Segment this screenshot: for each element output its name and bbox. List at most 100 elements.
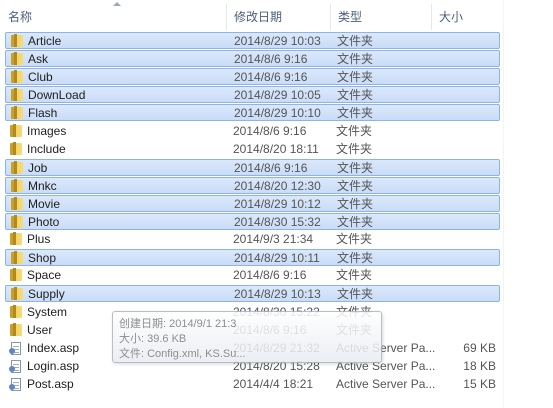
file-date: 2014/8/20 12:30 bbox=[234, 179, 321, 193]
file-row[interactable]: Mnkc 2014/8/20 12:30 文件夹 bbox=[5, 177, 500, 194]
folder-icon bbox=[10, 124, 22, 137]
file-name: Login.asp bbox=[27, 359, 80, 373]
file-name: Article bbox=[28, 34, 62, 48]
file-date: 2014/8/6 9:16 bbox=[234, 161, 308, 175]
file-name: Shop bbox=[28, 251, 57, 265]
file-size: 69 KB bbox=[463, 341, 496, 355]
file-row[interactable]: Ask 2014/8/6 9:16 文件夹 bbox=[5, 50, 500, 67]
file-type: 文件夹 bbox=[337, 197, 374, 211]
folder-icon bbox=[10, 142, 22, 155]
file-type: 文件夹 bbox=[336, 268, 373, 282]
file-row[interactable]: Photo 2014/8/30 15:32 文件夹 bbox=[5, 213, 500, 230]
file-name: Supply bbox=[28, 287, 65, 301]
file-size bbox=[436, 105, 497, 122]
file-row[interactable]: Space 2014/8/6 9:16 文件夹 bbox=[5, 267, 500, 284]
file-size bbox=[436, 178, 497, 195]
file-row[interactable]: Job 2014/8/6 9:16 文件夹 bbox=[5, 159, 500, 176]
file-name: Include bbox=[27, 142, 66, 156]
file-size bbox=[436, 250, 497, 267]
file-row[interactable]: Article 2014/8/29 10:03 文件夹 bbox=[5, 32, 500, 49]
file-date: 2014/9/3 21:34 bbox=[233, 232, 314, 246]
file-date: 2014/8/6 9:16 bbox=[234, 70, 308, 84]
info-tooltip: 创建日期: 2014/9/1 21:3 大小: 39.6 KB 文件: Conf… bbox=[112, 311, 382, 363]
column-name-label: 名称 bbox=[8, 10, 33, 24]
file-type: 文件夹 bbox=[336, 142, 373, 156]
file-row[interactable]: Post.asp 2014/4/4 18:21 Active Server Pa..… bbox=[5, 376, 500, 393]
file-name: Images bbox=[27, 124, 67, 138]
file-type: 文件夹 bbox=[336, 232, 373, 246]
file-size bbox=[436, 196, 497, 213]
file-type: 文件夹 bbox=[337, 52, 374, 66]
column-size-label: 大小 bbox=[439, 10, 464, 24]
file-row[interactable]: Flash 2014/8/29 10:10 文件夹 bbox=[5, 104, 500, 121]
file-name: Movie bbox=[28, 197, 61, 211]
file-row[interactable]: Supply 2014/8/29 10:13 文件夹 bbox=[5, 285, 500, 302]
file-type: 文件夹 bbox=[337, 287, 374, 301]
file-type: 文件夹 bbox=[337, 106, 374, 120]
file-row[interactable]: Plus 2014/9/3 21:34 文件夹 bbox=[5, 231, 500, 248]
file-name: Club bbox=[28, 70, 53, 84]
file-size bbox=[436, 33, 497, 50]
column-type-label: 类型 bbox=[338, 10, 363, 24]
file-size bbox=[435, 267, 496, 284]
file-type: 文件夹 bbox=[337, 88, 374, 102]
file-name: Photo bbox=[28, 215, 60, 229]
file-name: Ask bbox=[28, 52, 49, 66]
file-type: Active Server Pa... bbox=[336, 377, 436, 391]
folder-icon bbox=[10, 305, 22, 318]
file-name: Mnkc bbox=[28, 179, 57, 193]
file-row[interactable]: Club 2014/8/6 9:16 文件夹 bbox=[5, 68, 500, 85]
file-name: DownLoad bbox=[28, 88, 86, 102]
file-size bbox=[435, 231, 496, 248]
folder-icon bbox=[11, 179, 23, 192]
column-size-header[interactable]: 大小 bbox=[431, 0, 503, 30]
file-row[interactable]: DownLoad 2014/8/29 10:05 文件夹 bbox=[5, 86, 500, 103]
file-type: 文件夹 bbox=[337, 215, 374, 229]
column-name-header[interactable]: 名称 bbox=[0, 0, 226, 30]
file-size: 18 KB bbox=[463, 359, 496, 373]
folder-icon bbox=[10, 323, 22, 336]
folder-icon bbox=[11, 52, 23, 65]
file-name: Job bbox=[28, 161, 48, 175]
file-size bbox=[435, 322, 496, 339]
file-type: 文件夹 bbox=[337, 161, 374, 175]
file-name: Space bbox=[27, 268, 62, 282]
tooltip-created: 创建日期: 2014/9/1 21:3 bbox=[119, 318, 237, 330]
file-name: System bbox=[27, 305, 68, 319]
file-size: 15 KB bbox=[463, 377, 496, 391]
folder-icon bbox=[10, 232, 22, 245]
column-header: 名称 修改日期 类型 大小 bbox=[0, 0, 553, 30]
folder-icon bbox=[11, 251, 23, 264]
file-row[interactable]: Images 2014/8/6 9:16 文件夹 bbox=[5, 123, 500, 140]
column-type-header[interactable]: 类型 bbox=[330, 0, 431, 30]
file-date: 2014/8/29 10:03 bbox=[234, 34, 321, 48]
column-date-label: 修改日期 bbox=[234, 10, 283, 24]
tooltip-size: 大小: 39.6 KB bbox=[119, 333, 187, 345]
file-size bbox=[436, 51, 497, 68]
file-type: 文件夹 bbox=[337, 34, 374, 48]
file-date: 2014/8/29 10:13 bbox=[234, 287, 321, 301]
file-type: 文件夹 bbox=[337, 70, 374, 84]
file-size bbox=[435, 304, 496, 321]
file-size bbox=[436, 214, 497, 231]
file-size bbox=[436, 87, 497, 104]
file-date: 2014/8/29 10:10 bbox=[234, 106, 321, 120]
file-date: 2014/8/29 10:05 bbox=[234, 88, 321, 102]
column-date-header[interactable]: 修改日期 bbox=[226, 0, 330, 30]
file-name: Plus bbox=[27, 232, 51, 246]
folder-icon bbox=[11, 161, 23, 174]
file-row[interactable]: Include 2014/8/20 18:11 文件夹 bbox=[5, 141, 500, 158]
file-row[interactable]: Shop 2014/8/29 10:11 文件夹 bbox=[5, 249, 500, 266]
folder-icon bbox=[11, 106, 23, 119]
file-row[interactable]: Movie 2014/8/29 10:12 文件夹 bbox=[5, 195, 500, 212]
asp-file-icon bbox=[9, 378, 21, 391]
file-date: 2014/8/6 9:16 bbox=[233, 268, 307, 282]
folder-icon bbox=[11, 287, 23, 300]
folder-icon bbox=[11, 215, 23, 228]
file-size bbox=[436, 69, 497, 86]
tooltip-files: 文件: Config.xml, KS.Su... bbox=[119, 348, 246, 360]
file-name: Index.asp bbox=[27, 341, 80, 355]
folder-icon bbox=[11, 88, 23, 101]
asp-file-icon bbox=[9, 360, 21, 373]
file-type: 文件夹 bbox=[337, 179, 374, 193]
